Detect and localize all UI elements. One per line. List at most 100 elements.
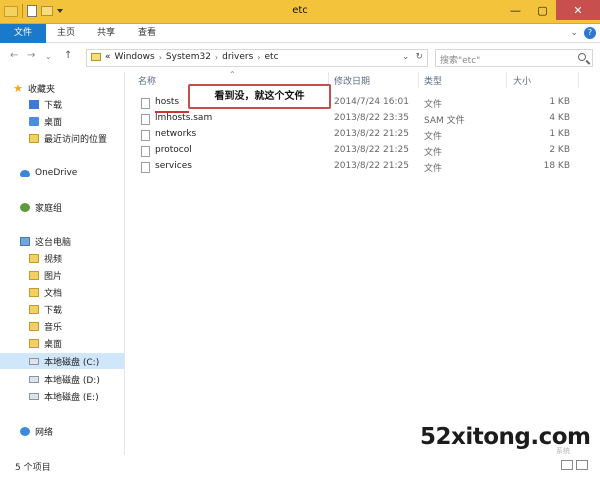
window-controls: — ▢ ✕	[502, 0, 600, 20]
sidebar-item-music[interactable]: 音乐	[29, 318, 153, 334]
details-view-icon[interactable]	[561, 460, 573, 470]
search-box[interactable]: 搜索"etc"	[435, 49, 593, 67]
file-row[interactable]: protocol 2013/8/22 21:25 文件 2 KB	[137, 143, 577, 159]
file-name: networks	[155, 129, 197, 139]
sidebar-item-label: 桌面	[44, 117, 63, 128]
tab-view[interactable]: 查看	[138, 24, 156, 43]
sidebar-item-favorites[interactable]: ★ 收藏夹	[12, 80, 136, 96]
sidebar-item-videos[interactable]: 视频	[29, 250, 153, 266]
breadcrumb-separator[interactable]: ›	[159, 53, 162, 62]
sidebar-item-drive-c[interactable]: 本地磁盘 (C:)	[0, 353, 124, 369]
drive-icon	[29, 375, 39, 383]
column-header-date[interactable]: 修改日期	[334, 74, 370, 87]
sidebar-item-downloads[interactable]: 下载	[29, 96, 153, 112]
highlight-underline	[155, 111, 189, 113]
file-name: hosts	[155, 97, 180, 107]
file-size: 1 KB	[549, 97, 570, 107]
sidebar-item-label: 桌面	[44, 339, 63, 350]
maximize-button[interactable]: ▢	[529, 0, 556, 20]
sidebar-item-this-pc[interactable]: 这台电脑	[20, 233, 144, 249]
tab-file[interactable]: 文件	[0, 24, 46, 43]
documents-folder-icon	[29, 287, 39, 297]
sidebar-item-label: 本地磁盘 (D:)	[44, 375, 100, 386]
status-bar: 5 个项目	[0, 455, 600, 480]
annotation-callout: 看到没，就这个文件	[188, 84, 331, 109]
forward-button[interactable]: →	[27, 50, 35, 61]
tab-share[interactable]: 共享	[97, 24, 115, 43]
homegroup-icon	[20, 202, 30, 212]
column-divider[interactable]	[506, 72, 507, 88]
address-bar[interactable]: « Windows › System32 › drivers › etc ⌄ ↻	[86, 49, 428, 67]
folder-icon	[91, 53, 101, 61]
sidebar-item-network[interactable]: 网络	[20, 423, 144, 439]
breadcrumb-separator[interactable]: ›	[257, 53, 260, 62]
file-type: 文件	[424, 100, 443, 110]
column-header-name[interactable]: 名称	[138, 74, 156, 87]
file-row[interactable]: services 2013/8/22 21:25 文件 18 KB	[137, 159, 577, 175]
sort-ascending-icon: ⌃	[229, 70, 236, 79]
sidebar-item-label: 网络	[35, 427, 54, 438]
close-button[interactable]: ✕	[556, 0, 600, 20]
sidebar-item-desktop[interactable]: 桌面	[29, 113, 153, 129]
sidebar-item-desktop-pc[interactable]: 桌面	[29, 335, 153, 351]
breadcrumb-drivers[interactable]: drivers	[222, 52, 253, 62]
search-placeholder: 搜索"etc"	[440, 56, 481, 66]
sidebar-item-drive-e[interactable]: 本地磁盘 (E:)	[29, 388, 153, 404]
sidebar-item-recent-places[interactable]: 最近访问的位置	[29, 130, 153, 146]
tab-home[interactable]: 主页	[57, 24, 75, 43]
sidebar-item-label: OneDrive	[35, 168, 78, 178]
column-divider[interactable]	[418, 72, 419, 88]
sidebar-item-label: 下载	[44, 100, 63, 111]
file-type: 文件	[424, 148, 443, 158]
item-count: 5 个项目	[15, 463, 51, 473]
file-icon	[141, 162, 150, 173]
sidebar-item-label: 家庭组	[35, 203, 63, 214]
refresh-icon[interactable]: ↻	[415, 52, 423, 62]
column-divider[interactable]	[578, 72, 579, 88]
sidebar-item-label: 文档	[44, 288, 63, 299]
large-icons-view-icon[interactable]	[576, 460, 588, 470]
breadcrumb-windows[interactable]: Windows	[115, 52, 155, 62]
breadcrumb-etc[interactable]: etc	[265, 52, 279, 62]
sidebar-item-downloads-pc[interactable]: 下载	[29, 301, 153, 317]
expand-ribbon-icon[interactable]: ⌄	[570, 28, 578, 38]
navigation-bar: ← → ⌄ ↑ « Windows › System32 › drivers ›…	[0, 44, 600, 70]
address-overflow[interactable]: «	[105, 52, 111, 62]
sidebar-item-drive-d[interactable]: 本地磁盘 (D:)	[29, 371, 153, 387]
sidebar-item-homegroup[interactable]: 家庭组	[20, 199, 144, 215]
file-date: 2013/8/22 23:35	[334, 113, 409, 123]
file-size: 4 KB	[549, 113, 570, 123]
sidebar-item-label: 视频	[44, 254, 63, 265]
computer-icon	[20, 236, 30, 246]
back-button[interactable]: ←	[10, 50, 18, 61]
file-row[interactable]: networks 2013/8/22 21:25 文件 1 KB	[137, 127, 577, 143]
star-icon: ★	[13, 81, 23, 95]
address-dropdown-icon[interactable]: ⌄	[402, 52, 410, 62]
ribbon-tabs: 文件 主页 共享 查看 ⌄ ?	[0, 24, 600, 43]
network-icon	[20, 426, 30, 436]
sidebar-item-pictures[interactable]: 图片	[29, 267, 153, 283]
help-icon[interactable]: ?	[584, 27, 596, 39]
file-icon	[141, 98, 150, 109]
cloud-icon	[20, 169, 30, 177]
recent-places-icon	[29, 133, 39, 143]
up-button[interactable]: ↑	[64, 50, 72, 61]
column-header-size[interactable]: 大小	[513, 74, 531, 87]
file-size: 1 KB	[549, 129, 570, 139]
pictures-folder-icon	[29, 270, 39, 280]
column-header-type[interactable]: 类型	[424, 74, 442, 87]
sidebar-item-documents[interactable]: 文档	[29, 284, 153, 300]
recent-locations-chevron-icon[interactable]: ⌄	[45, 52, 52, 61]
search-icon[interactable]	[578, 53, 586, 61]
file-row[interactable]: lmhosts.sam 2013/8/22 23:35 SAM 文件 4 KB	[137, 111, 577, 127]
sidebar-item-label: 本地磁盘 (E:)	[44, 392, 99, 403]
videos-folder-icon	[29, 253, 39, 263]
file-date: 2013/8/22 21:25	[334, 161, 409, 171]
sidebar-item-onedrive[interactable]: OneDrive	[20, 165, 144, 181]
minimize-button[interactable]: —	[502, 0, 529, 20]
file-type: 文件	[424, 132, 443, 142]
file-icon	[141, 130, 150, 141]
breadcrumb-system32[interactable]: System32	[166, 52, 211, 62]
file-date: 2013/8/22 21:25	[334, 129, 409, 139]
breadcrumb-separator[interactable]: ›	[215, 53, 218, 62]
